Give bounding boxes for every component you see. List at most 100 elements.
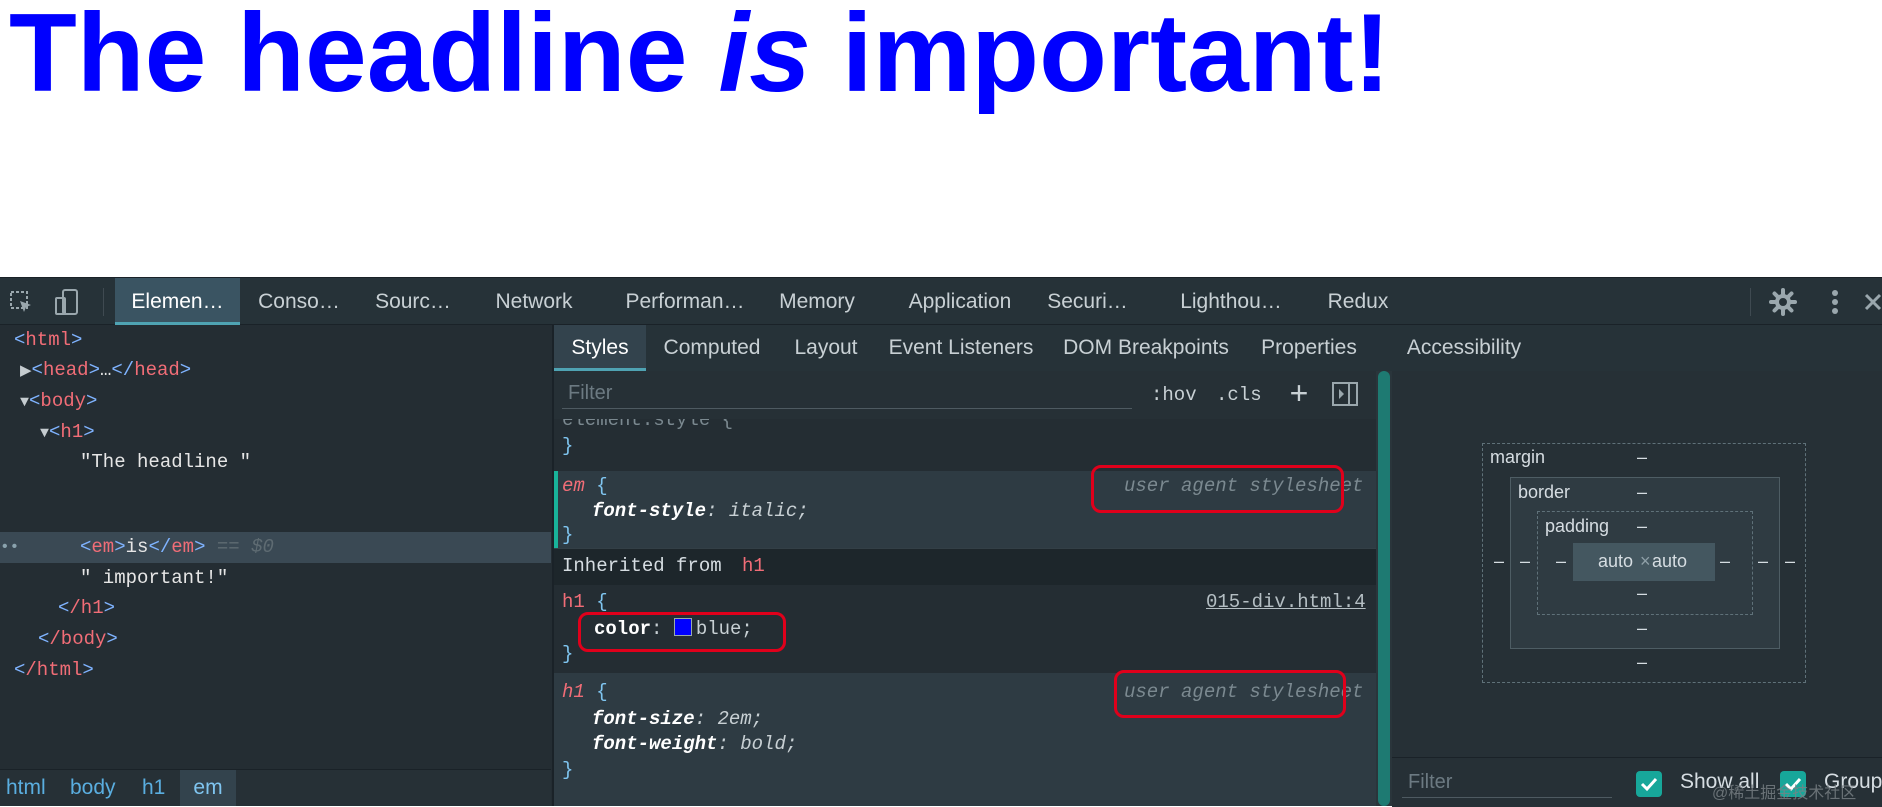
dom-text-node[interactable]: "The headline ": [80, 447, 251, 477]
tab-accessibility[interactable]: Accessibility: [1384, 325, 1544, 371]
console-ref-label: == $0: [216, 536, 274, 558]
dom-node-body[interactable]: ▼<body>: [20, 386, 97, 416]
device-toolbar-icon[interactable]: [52, 287, 82, 317]
inherited-from-tag[interactable]: h1: [742, 553, 765, 579]
scrollbar-thumb[interactable]: [1378, 371, 1390, 806]
dom-node-html-close[interactable]: </html>: [14, 655, 94, 685]
padding-top-value[interactable]: –: [1637, 516, 1647, 537]
styles-filter-toolbar: :hov .cls +: [554, 371, 1380, 419]
expanded-triangle-icon[interactable]: ▼: [20, 394, 29, 411]
css-declaration-font-style[interactable]: font-style: italic;: [592, 498, 809, 524]
tab-event-listeners[interactable]: Event Listeners: [886, 325, 1036, 371]
breadcrumb-html[interactable]: html: [6, 770, 52, 806]
expanded-triangle-icon[interactable]: ▼: [40, 425, 49, 442]
annotation-box-ua-h1: [1114, 670, 1346, 718]
annotation-box-ua-em: [1091, 465, 1344, 513]
devtools-main-tabbar: Elemen… Conso… Sourc… Network Performan……: [0, 277, 1882, 325]
content-width-value[interactable]: auto: [1598, 551, 1633, 572]
content-height-value[interactable]: auto: [1652, 551, 1687, 572]
cls-toggle[interactable]: .cls: [1216, 381, 1262, 409]
padding-right-value[interactable]: –: [1720, 551, 1730, 572]
dom-node-head[interactable]: ▶<head>…</head>: [20, 355, 191, 385]
breadcrumb: html body h1 em: [0, 769, 551, 806]
content-times-sign: ×: [1640, 551, 1651, 571]
breadcrumb-body[interactable]: body: [70, 770, 120, 806]
inherited-from-header: Inherited from h1: [554, 548, 1376, 586]
sidebar-tabbar: Styles Computed Layout Event Listeners D…: [554, 325, 1882, 372]
tab-memory[interactable]: Memory: [770, 278, 864, 325]
tab-computed[interactable]: Computed: [658, 325, 766, 371]
new-style-rule-button[interactable]: +: [1284, 377, 1314, 411]
tab-elements[interactable]: Elemen…: [115, 278, 240, 325]
rule-close-brace: }: [562, 524, 574, 546]
border-left-value[interactable]: –: [1520, 551, 1530, 572]
dom-tree: •• <html> ▶<head>…</head> ▼<body> ▼<h1> …: [0, 325, 551, 806]
element-style-rule: element.style { }: [554, 419, 1376, 471]
dom-node-body-close[interactable]: </body>: [38, 624, 118, 654]
dom-node-h1-close[interactable]: </h1>: [58, 593, 115, 623]
margin-bottom-value[interactable]: –: [1637, 652, 1647, 673]
margin-top-value[interactable]: –: [1637, 447, 1647, 468]
tab-styles[interactable]: Styles: [554, 325, 646, 371]
gear-icon[interactable]: [1768, 287, 1798, 317]
margin-label: margin: [1490, 447, 1546, 467]
inspect-element-icon[interactable]: [6, 287, 36, 317]
margin-right-value[interactable]: –: [1785, 551, 1795, 572]
rule-close-brace: }: [562, 435, 574, 457]
tab-dom-breakpoints[interactable]: DOM Breakpoints: [1060, 325, 1232, 371]
selected-node-gutter: ••: [0, 538, 20, 556]
tab-network[interactable]: Network: [484, 278, 584, 325]
dom-node-em[interactable]: <em>is</em> == $0: [80, 532, 274, 562]
hov-toggle[interactable]: :hov: [1151, 381, 1197, 409]
toolbar-separator: [103, 288, 104, 316]
page-headline: The headline is important!: [9, 0, 1391, 114]
padding-left-value[interactable]: –: [1556, 551, 1566, 572]
toolbar-separator-right: [1750, 288, 1751, 316]
styles-pane: element.style { } em { font-style: itali…: [554, 419, 1376, 806]
styles-scrollbar[interactable]: [1376, 371, 1392, 806]
toggle-sidebar-icon[interactable]: [1332, 382, 1358, 406]
box-model-panel: margin – border – padding – auto × auto …: [1392, 371, 1882, 806]
rule-selector-em[interactable]: em {: [562, 473, 608, 499]
tab-lighthouse[interactable]: Lighthou…: [1172, 278, 1290, 325]
rule-close-brace: }: [562, 643, 574, 665]
headline-text-end: important!: [810, 0, 1391, 115]
dom-node-h1[interactable]: ▼<h1>: [40, 417, 95, 447]
inherited-from-label: Inherited from: [562, 555, 722, 577]
element-style-selector[interactable]: element.style {: [562, 419, 733, 433]
tab-security[interactable]: Securi…: [1040, 278, 1135, 325]
margin-left-value[interactable]: –: [1494, 551, 1504, 572]
tab-console[interactable]: Conso…: [250, 278, 348, 325]
css-declaration-font-weight[interactable]: font-weight: bold;: [592, 731, 797, 757]
show-all-checkbox[interactable]: [1636, 771, 1662, 797]
stylesheet-source-link[interactable]: 015-div.html:4: [1206, 589, 1366, 615]
annotation-box-color: [578, 612, 786, 652]
more-vert-icon[interactable]: [1820, 287, 1850, 317]
tab-sources[interactable]: Sourc…: [365, 278, 461, 325]
headline-text-start: The headline: [9, 0, 719, 115]
tab-redux[interactable]: Redux: [1320, 278, 1396, 325]
tab-performance[interactable]: Performan…: [605, 278, 765, 325]
dom-node-html[interactable]: <html>: [14, 325, 82, 355]
rule-close-brace: }: [562, 759, 574, 781]
breadcrumb-em[interactable]: em: [180, 770, 236, 806]
padding-label: padding: [1545, 516, 1610, 536]
css-declaration-font-size[interactable]: font-size: 2em;: [592, 706, 763, 732]
border-bottom-value[interactable]: –: [1637, 618, 1647, 639]
computed-filter-input[interactable]: [1402, 768, 1612, 798]
tab-layout[interactable]: Layout: [790, 325, 862, 371]
border-right-value[interactable]: –: [1758, 551, 1768, 572]
collapsed-triangle-icon[interactable]: ▶: [20, 363, 32, 380]
devtools-panel: Elemen… Conso… Sourc… Network Performan……: [0, 277, 1882, 807]
tab-application[interactable]: Application: [890, 278, 1030, 325]
rule-selector-h1-ua[interactable]: h1 {: [562, 679, 608, 705]
tab-properties[interactable]: Properties: [1256, 325, 1362, 371]
watermark: @稀土掘金技术社区: [1712, 785, 1857, 802]
close-icon[interactable]: [1862, 287, 1882, 317]
breadcrumb-h1[interactable]: h1: [142, 770, 172, 806]
dom-text-node[interactable]: " important!": [80, 563, 228, 593]
padding-bottom-value[interactable]: –: [1637, 583, 1647, 604]
styles-filter-input[interactable]: [562, 379, 1132, 409]
border-top-value[interactable]: –: [1637, 482, 1647, 503]
active-rule-marker: [554, 471, 558, 548]
